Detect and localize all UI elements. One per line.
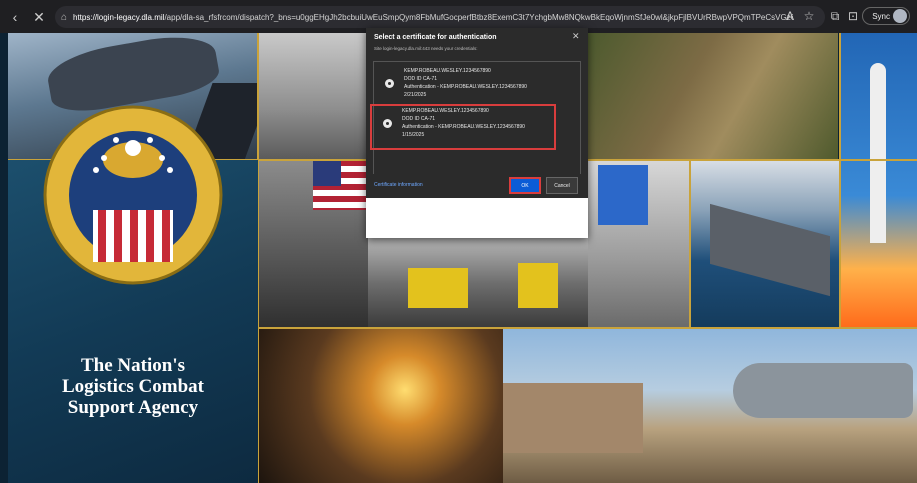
dialog-body: Select a certificate for authentication … bbox=[366, 28, 588, 198]
tagline-line: The Nation's bbox=[81, 355, 185, 376]
dialog-footer: Certificate information OK Cancel bbox=[366, 174, 588, 198]
cert-purpose: Authentication - KEMP.ROBEAU.WESLEY.1234… bbox=[404, 84, 527, 90]
close-tab-icon[interactable]: ✕ bbox=[28, 6, 50, 28]
read-aloud-icon[interactable]: A bbox=[781, 7, 799, 25]
rocket-launch-photo bbox=[840, 33, 917, 328]
profile-name: Sync bbox=[872, 11, 890, 21]
tagline-line: Logistics Combat bbox=[62, 376, 204, 397]
home-icon[interactable]: ⌂ bbox=[55, 12, 73, 23]
warehouse-banner-photo bbox=[588, 160, 690, 328]
agency-tagline: The Nation's Logistics Combat Support Ag… bbox=[8, 355, 258, 418]
frame-line bbox=[689, 160, 691, 328]
split-screen-icon[interactable]: ⧉ bbox=[826, 7, 844, 25]
collections-icon[interactable]: ⊡ bbox=[844, 7, 862, 25]
cert-issuer: DOD ID CA-71 bbox=[404, 76, 438, 82]
dla-seal-icon bbox=[43, 105, 223, 285]
url-path: /app/dla-sa_rfsfrcom/dispatch?_bns=u0ggE… bbox=[164, 12, 793, 22]
tagline-line: Support Agency bbox=[67, 397, 199, 418]
favorite-star-icon[interactable]: ☆ bbox=[800, 7, 818, 25]
certificate-item-selected[interactable]: KEMP.ROBEAU.WESLEY.1234567890 DOD ID CA-… bbox=[370, 104, 556, 150]
agency-panel: The Nation's Logistics Combat Support Ag… bbox=[8, 105, 258, 483]
certificate-dialog: Select a certificate for authentication … bbox=[366, 28, 588, 238]
dialog-subtitle: Site login-legacy.dla.mil:443 needs your… bbox=[374, 46, 478, 51]
address-bar[interactable]: ⌂ https://login-legacy.dla.mil/app/dla-s… bbox=[55, 6, 825, 28]
soldiers-photo bbox=[588, 33, 838, 160]
aircraft-tail-photo bbox=[258, 33, 368, 160]
flag-warehouse-photo bbox=[258, 160, 368, 328]
radio-icon[interactable] bbox=[383, 119, 392, 128]
frame-line bbox=[839, 33, 841, 328]
profile-button[interactable]: Sync bbox=[862, 7, 910, 25]
cert-issuer: DOD ID CA-71 bbox=[402, 116, 436, 122]
cancel-button[interactable]: Cancel bbox=[546, 177, 578, 194]
cert-name: KEMP.ROBEAU.WESLEY.1234567890 bbox=[402, 108, 489, 114]
ok-button[interactable]: OK bbox=[509, 177, 541, 194]
cert-purpose: Authentication - KEMP.ROBEAU.WESLEY.1234… bbox=[402, 124, 525, 130]
c17-troops-photo bbox=[503, 328, 917, 483]
forklift-warehouse-photo bbox=[368, 238, 588, 328]
url-text[interactable]: https://login-legacy.dla.mil/app/dla-sa_… bbox=[73, 13, 793, 22]
url-domain: https://login-legacy.dla.mil bbox=[73, 12, 165, 22]
avatar bbox=[893, 9, 907, 23]
radio-icon[interactable] bbox=[385, 79, 394, 88]
aircraft-carrier-photo bbox=[690, 160, 840, 328]
close-icon[interactable]: ✕ bbox=[572, 31, 580, 42]
certificate-info-link[interactable]: Certificate information bbox=[374, 182, 423, 188]
cert-date: 1/15/2025 bbox=[402, 132, 425, 138]
dialog-title: Select a certificate for authentication bbox=[374, 34, 497, 41]
welding-photo bbox=[258, 328, 503, 483]
cert-date: 2/21/2025 bbox=[404, 92, 427, 98]
back-arrow-icon[interactable]: ‹ bbox=[4, 6, 26, 28]
cert-name: KEMP.ROBEAU.WESLEY.1234567890 bbox=[404, 68, 491, 74]
